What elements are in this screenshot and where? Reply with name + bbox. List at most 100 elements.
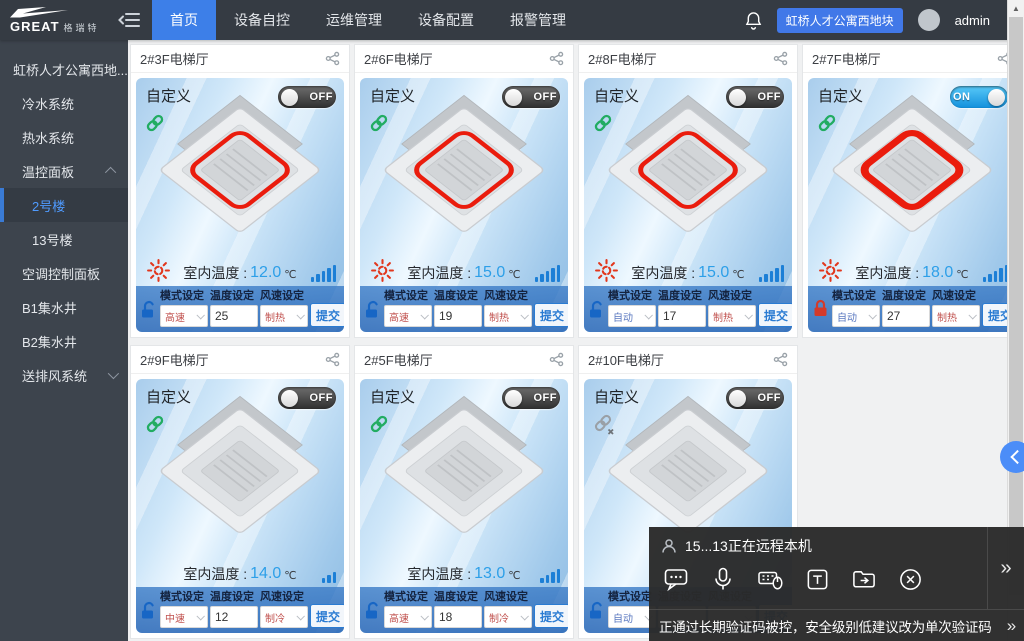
mode-select[interactable]: 高速 (384, 305, 432, 327)
nav-tab[interactable]: 设备配置 (400, 0, 492, 40)
card-title: 2#3F电梯厅 (140, 49, 325, 68)
indoor-temp-value: 18.0 (922, 264, 953, 282)
sidebar-item[interactable]: B1集水井 (0, 290, 128, 324)
sidebar-item[interactable]: 送排风系统 (0, 358, 128, 392)
sidebar-item[interactable]: 空调控制面板 (0, 256, 128, 290)
fan-bars (311, 265, 337, 282)
expand-toolbar-button[interactable]: » (987, 527, 1024, 609)
temp-set-input[interactable] (210, 606, 258, 628)
nav-tab[interactable]: 首页 (152, 0, 216, 40)
remote-control-icon[interactable] (757, 566, 784, 592)
ac-panel: 自定义 OFF (136, 379, 344, 633)
lock-icon[interactable] (811, 298, 830, 322)
expand-warning-button[interactable]: » (1007, 616, 1016, 636)
collapse-panel-button[interactable] (1000, 441, 1024, 473)
temp-set-label: 温度设定 (434, 287, 482, 303)
chevron-left-icon (1010, 450, 1024, 464)
submit-button[interactable]: 提交 (310, 303, 344, 327)
ac-panel: 自定义 OFF (360, 379, 568, 633)
share-icon[interactable] (325, 352, 340, 367)
ac-unit-card: 2#6F电梯厅 自定义 OFF (354, 44, 574, 338)
mode-select[interactable]: 自动 (832, 305, 880, 327)
file-transfer-icon[interactable] (851, 567, 877, 592)
fan-select[interactable]: 制热 (260, 305, 308, 327)
mode-select[interactable]: 中速 (160, 606, 208, 628)
avatar[interactable] (918, 9, 940, 31)
message-icon[interactable] (663, 566, 689, 592)
scrollbar-thumb[interactable] (1009, 17, 1023, 595)
fan-select[interactable]: 制冷 (260, 606, 308, 628)
share-icon[interactable] (325, 51, 340, 66)
scrollbar-up-arrow[interactable]: ▲ (1008, 0, 1024, 17)
temp-set-input[interactable] (882, 305, 930, 327)
submit-button[interactable]: 提交 (310, 604, 344, 628)
indoor-temp-value: 13.0 (474, 565, 505, 583)
indoor-temp-label: 室内温度 : (183, 263, 247, 283)
unlock-icon[interactable] (587, 601, 606, 620)
notification-bell-icon[interactable] (745, 11, 762, 30)
temp-set-input[interactable] (658, 305, 706, 327)
share-icon[interactable] (773, 352, 788, 367)
submit-button[interactable]: 提交 (758, 303, 792, 327)
fan-select[interactable]: 制热 (932, 305, 980, 327)
share-icon[interactable] (773, 51, 788, 66)
ac-unit-image (827, 94, 997, 245)
ac-panel: 自定义 OFF (360, 78, 568, 332)
unlock-icon[interactable] (139, 300, 158, 319)
sidebar-item[interactable]: 虹桥人才公寓西地... (0, 52, 128, 86)
ac-unit-image (379, 94, 549, 245)
sidebar-item[interactable]: 13号楼 (0, 222, 128, 256)
submit-button[interactable]: 提交 (534, 303, 568, 327)
navbar-right: 虹桥人才公寓西地块 admin (745, 8, 1024, 33)
submit-button[interactable]: 提交 (534, 604, 568, 628)
indoor-temp-label: 室内温度 : (183, 564, 247, 584)
menu-fold-icon[interactable] (118, 11, 140, 29)
temp-set-input[interactable] (434, 305, 482, 327)
fan-select[interactable]: 制热 (708, 305, 756, 327)
temp-set-input[interactable] (434, 606, 482, 628)
temp-set-input[interactable] (210, 305, 258, 327)
mode-set-label: 模式设定 (384, 588, 432, 604)
text-input-icon[interactable] (805, 567, 830, 592)
nav-tab[interactable]: 设备自控 (216, 0, 308, 40)
temp-unit: ℃ (284, 268, 296, 281)
ac-unit-image (155, 94, 325, 245)
sidebar-item[interactable]: 冷水系统 (0, 86, 128, 120)
project-badge[interactable]: 虹桥人才公寓西地块 (777, 8, 903, 33)
fan-select-value: 制热 (265, 309, 285, 324)
mode-select-value: 高速 (165, 309, 185, 324)
share-icon[interactable] (549, 352, 564, 367)
controls-bar: 模式设定 高速 温度设定 风速设定 制热 提 (136, 286, 344, 332)
microphone-icon[interactable] (710, 566, 736, 592)
nav-tab[interactable]: 运维管理 (308, 0, 400, 40)
close-session-icon[interactable] (898, 567, 923, 592)
unlock-icon[interactable] (587, 300, 606, 319)
unlock-icon[interactable] (363, 601, 382, 620)
indoor-temp-value: 15.0 (474, 264, 505, 282)
card-body: 自定义 OFF (579, 73, 797, 337)
mode-select[interactable]: 高速 (384, 606, 432, 628)
card-body: 自定义 OFF (355, 73, 573, 337)
mode-select[interactable]: 自动 (608, 305, 656, 327)
temp-set-label: 温度设定 (882, 287, 930, 303)
share-icon[interactable] (549, 51, 564, 66)
chevron-down-icon (420, 311, 428, 319)
sidebar-item[interactable]: B2集水井 (0, 324, 128, 358)
fan-select[interactable]: 制热 (484, 305, 532, 327)
mode-select[interactable]: 高速 (160, 305, 208, 327)
unlock-icon[interactable] (139, 601, 158, 620)
mode-set-label: 模式设定 (160, 588, 208, 604)
nav-tab[interactable]: 报警管理 (492, 0, 584, 40)
unlock-icon[interactable] (363, 300, 382, 319)
sidebar-item[interactable]: 2号楼 (0, 188, 128, 222)
brand-name: GREAT (10, 19, 60, 34)
temp-set-label: 温度设定 (434, 588, 482, 604)
controls-bar: 模式设定 自动 温度设定 风速设定 制热 提 (584, 286, 792, 332)
fan-select[interactable]: 制冷 (484, 606, 532, 628)
chevron-down-icon (196, 311, 204, 319)
mode-control: 模式设定 高速 (160, 287, 208, 327)
person-icon (661, 538, 677, 554)
sidebar-item[interactable]: 热水系统 (0, 120, 128, 154)
sidebar-item[interactable]: 温控面板 (0, 154, 128, 188)
fan-control: 风速设定 制热 (260, 287, 308, 327)
